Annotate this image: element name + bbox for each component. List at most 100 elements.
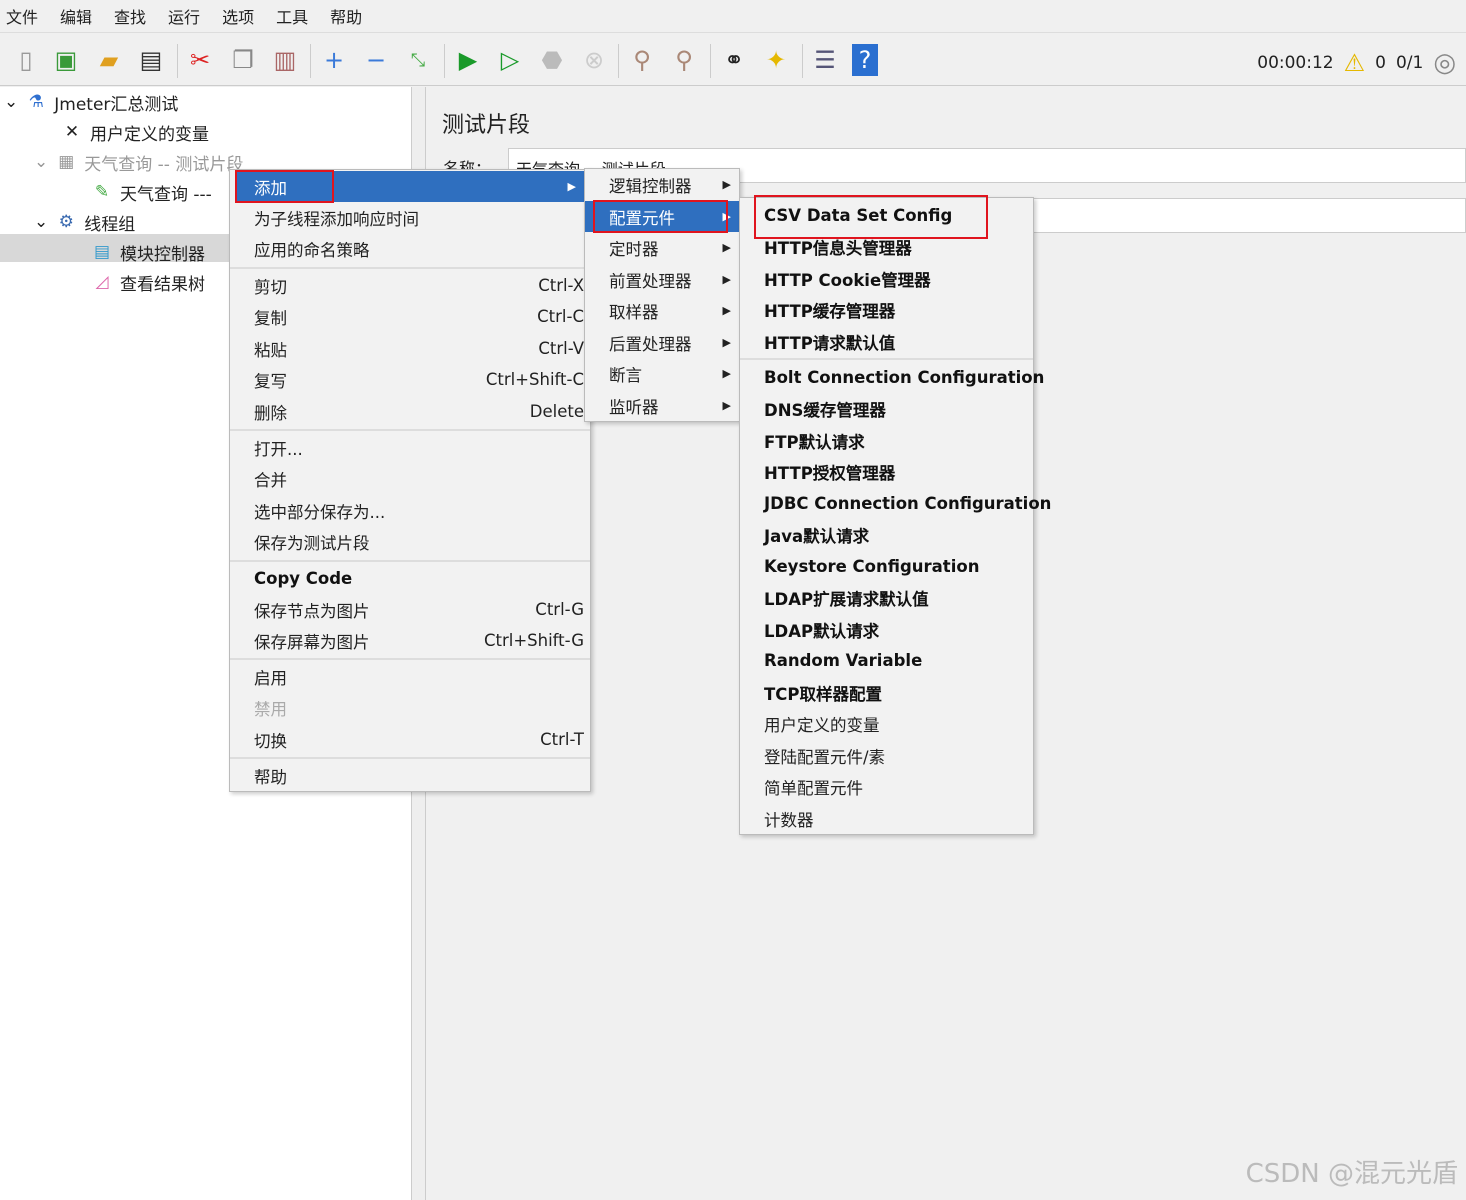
config-item[interactable]: Keystore Configuration — [740, 551, 1033, 582]
wrench-icon: ✕ — [64, 122, 80, 142]
config-item[interactable]: HTTP授权管理器 — [740, 456, 1033, 487]
config-item[interactable]: TCP取样器配置 — [740, 677, 1033, 708]
menu-item-copy[interactable]: 复制 Ctrl-C — [230, 301, 590, 332]
config-item[interactable]: Java默认请求 — [740, 519, 1033, 550]
paste-icon[interactable]: ▥ — [269, 44, 301, 76]
expand-icon[interactable]: + — [318, 44, 350, 76]
config-item[interactable]: 登陆配置元件/素 — [740, 740, 1033, 771]
config-item[interactable]: Bolt Connection Configuration — [740, 362, 1044, 393]
annotation-box — [593, 200, 728, 233]
copy-icon[interactable]: ❐ — [227, 44, 259, 76]
config-item[interactable]: JDBC Connection Configuration — [740, 488, 1051, 519]
clear-icon[interactable]: ⚲ — [626, 44, 658, 76]
menu-tools[interactable]: 工具 — [276, 4, 308, 28]
config-item-label: JDBC Connection Configuration — [764, 494, 1052, 513]
chevron-down-icon[interactable]: ⌄ — [34, 212, 48, 232]
toggle-icon[interactable]: ⤡ — [402, 44, 434, 76]
cut-icon[interactable]: ✂ — [184, 44, 216, 76]
config-item[interactable]: LDAP默认请求 — [740, 614, 1033, 645]
tree-node-test-plan[interactable]: ⌄ ⚗ Jmeter汇总测试 — [4, 88, 178, 116]
submenu-pre-processor[interactable]: 前置处理器 ▶ — [585, 264, 739, 295]
config-item-label: HTTP授权管理器 — [764, 463, 896, 483]
menu-item-delete[interactable]: 删除 Delete — [230, 396, 590, 427]
tree-node-sampler[interactable]: ✎ 天气查询 --- — [90, 178, 212, 206]
tree-label: Jmeter汇总测试 — [54, 94, 179, 115]
submenu-sampler[interactable]: 取样器 ▶ — [585, 295, 739, 326]
menu-item-save-node-image[interactable]: 保存节点为图片 Ctrl-G — [230, 594, 590, 625]
menu-item-save-selection[interactable]: 选中部分保存为... — [230, 495, 590, 526]
tree-node-user-vars[interactable]: ✕ 用户定义的变量 — [60, 118, 209, 146]
submenu-assertion[interactable]: 断言 ▶ — [585, 358, 739, 389]
config-item[interactable]: 用户定义的变量 — [740, 708, 1033, 739]
start-no-pause-icon[interactable]: ▷ — [494, 44, 526, 76]
start-icon[interactable]: ▶ — [452, 44, 484, 76]
config-item[interactable]: FTP默认请求 — [740, 425, 1033, 456]
status-area: 00:00:12 ⚠ 0 0/1 ◎ — [1257, 48, 1456, 78]
menu-item-add-think-times[interactable]: 为子线程添加响应时间 — [230, 202, 590, 233]
submenu-post-processor[interactable]: 后置处理器 ▶ — [585, 327, 739, 358]
tree-label: 用户定义的变量 — [90, 124, 209, 145]
submenu-listener[interactable]: 监听器 ▶ — [585, 390, 739, 421]
chevron-down-icon[interactable]: ⌄ — [4, 92, 18, 112]
collapse-icon[interactable]: − — [360, 44, 392, 76]
menu-help[interactable]: 帮助 — [330, 4, 362, 28]
config-item[interactable]: Random Variable — [740, 645, 1033, 676]
menu-item-merge[interactable]: 合并 — [230, 463, 590, 494]
tree-node-fragment[interactable]: ⌄ ▦ 天气查询 -- 测试片段 — [34, 148, 243, 176]
menu-options[interactable]: 选项 — [222, 4, 254, 28]
config-item[interactable]: HTTP缓存管理器 — [740, 294, 1033, 325]
menu-file[interactable]: 文件 — [6, 4, 38, 28]
help-icon[interactable]: ? — [852, 44, 878, 76]
new-icon[interactable]: ▯ — [10, 44, 42, 76]
menu-item-naming-policy[interactable]: 应用的命名策略 — [230, 233, 590, 264]
submenu-logic-controller[interactable]: 逻辑控制器 ▶ — [585, 169, 739, 200]
config-item[interactable]: 简单配置元件 — [740, 771, 1033, 802]
open-icon[interactable]: ▰ — [93, 44, 125, 76]
menu-run[interactable]: 运行 — [168, 4, 200, 28]
chevron-down-icon[interactable]: ⌄ — [34, 152, 48, 172]
menu-item-help[interactable]: 帮助 — [230, 760, 590, 791]
menu-item-duplicate[interactable]: 复写 Ctrl+Shift-C — [230, 364, 590, 395]
config-item-label: DNS缓存管理器 — [764, 400, 886, 420]
shutdown-icon[interactable]: ⊗ — [578, 44, 610, 76]
config-item[interactable]: HTTP Cookie管理器 — [740, 263, 1033, 294]
menu-item-toggle[interactable]: 切换 Ctrl-T — [230, 724, 590, 755]
function-helper-icon[interactable]: ☰ — [809, 44, 841, 76]
warning-icon[interactable]: ⚠ — [1344, 49, 1366, 77]
config-item-label: Bolt Connection Configuration — [764, 368, 1045, 387]
templates-icon[interactable]: ▣ — [50, 44, 82, 76]
fragment-icon: ▦ — [58, 152, 75, 172]
chart-icon: ◿ — [95, 272, 109, 292]
tree-node-thread-group[interactable]: ⌄ ⚙ 线程组 — [34, 208, 135, 236]
menu-item-copy-code[interactable]: Copy Code — [230, 563, 590, 594]
tree-node-results-tree[interactable]: ◿ 查看结果树 — [90, 268, 205, 296]
remote-icon[interactable]: ◎ — [1433, 48, 1456, 78]
error-count: 0 — [1375, 53, 1386, 73]
menu-item-save-screen-image[interactable]: 保存屏幕为图片 Ctrl+Shift-G — [230, 625, 590, 656]
menu-item-save-fragment[interactable]: 保存为测试片段 — [230, 526, 590, 557]
menu-search[interactable]: 查找 — [114, 4, 146, 28]
menu-item-cut[interactable]: 剪切 Ctrl-X — [230, 270, 590, 301]
search-icon[interactable]: ⚭ — [718, 44, 750, 76]
config-item-label: HTTP请求默认值 — [764, 333, 896, 353]
menu-item-open[interactable]: 打开... — [230, 432, 590, 463]
tree-node-module-controller[interactable]: ▤ 模块控制器 — [90, 238, 205, 266]
reset-search-icon[interactable]: ✦ — [760, 44, 792, 76]
submenu-timer[interactable]: 定时器 ▶ — [585, 232, 739, 263]
menu-item-paste[interactable]: 粘贴 Ctrl-V — [230, 333, 590, 364]
tree-label: 模块控制器 — [120, 244, 205, 265]
config-item-label: Random Variable — [764, 651, 923, 670]
menu-item-disable: 禁用 — [254, 699, 287, 719]
menu-item-enable[interactable]: 启用 — [230, 661, 590, 692]
config-item[interactable]: DNS缓存管理器 — [740, 393, 1033, 424]
menu-edit[interactable]: 编辑 — [60, 4, 92, 28]
config-item[interactable]: LDAP扩展请求默认值 — [740, 582, 1033, 613]
stop-icon[interactable]: ⬣ — [536, 44, 568, 76]
menu-separator — [740, 358, 1033, 360]
watermark: CSDN @混元光盾 — [1245, 1159, 1458, 1189]
config-item-label: 登陆配置元件/素 — [764, 747, 886, 767]
save-icon[interactable]: ▤ — [135, 44, 167, 76]
config-item[interactable]: HTTP请求默认值 — [740, 326, 1033, 357]
clear-all-icon[interactable]: ⚲ — [668, 44, 700, 76]
config-item[interactable]: 计数器 — [740, 803, 1033, 834]
